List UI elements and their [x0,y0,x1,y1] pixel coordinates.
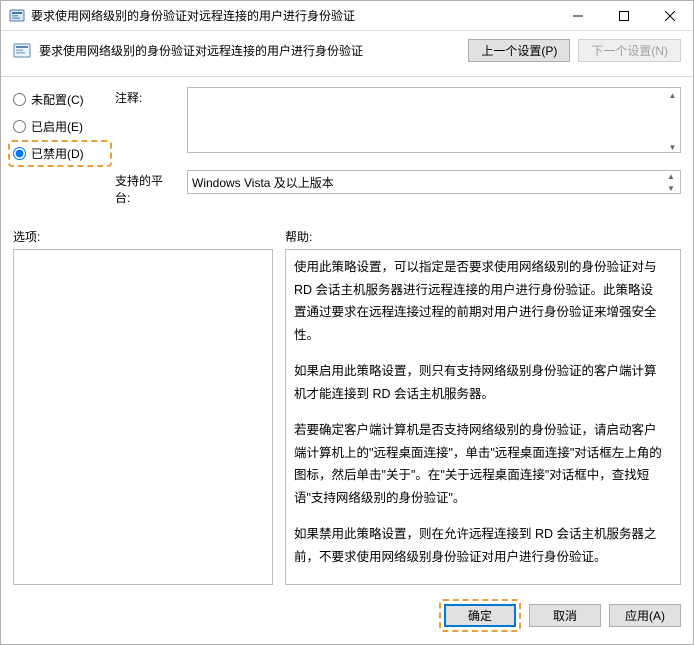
radio-not-configured-input[interactable] [13,93,26,106]
radio-not-configured-label: 未配置(C) [31,91,84,108]
scroll-down-icon[interactable]: ▼ [664,139,681,156]
help-paragraph: 如果禁用此策略设置，则在允许远程连接到 RD 会话主机服务器之前，不要求使用网络… [294,523,662,568]
window-controls [555,1,693,30]
radio-disabled-input[interactable] [13,147,26,160]
titlebar: 要求使用网络级别的身份验证对远程连接的用户进行身份验证 [1,1,693,31]
dialog-footer: 确定 取消 应用(A) [1,591,693,642]
apply-button[interactable]: 应用(A) [609,604,681,627]
maximize-button[interactable] [601,1,647,31]
help-paragraph: 若要确定客户端计算机是否支持网络级别的身份验证，请启动客户端计算机上的"远程桌面… [294,419,662,509]
window-title: 要求使用网络级别的身份验证对远程连接的用户进行身份验证 [31,7,555,24]
help-panel[interactable]: 使用此策略设置，可以指定是否要求使用网络级别的身份验证对与 RD 会话主机服务器… [285,249,681,585]
options-panel [13,249,273,585]
help-label: 帮助: [285,228,681,245]
close-button[interactable] [647,1,693,31]
radio-enabled-label: 已启用(E) [31,118,83,135]
radio-disabled-highlight: 已禁用(D) [8,140,112,167]
panels: 使用此策略设置，可以指定是否要求使用网络级别的身份验证对与 RD 会话主机服务器… [1,249,693,591]
radio-disabled-label: 已禁用(D) [31,145,84,162]
ok-button[interactable]: 确定 [444,604,516,627]
help-paragraph: 如果未配置此策略设置，则将强制使用目标计算机的本地设置。在 Windows Se… [294,582,662,585]
help-paragraph: 如果启用此策略设置，则只有支持网络级别身份验证的客户端计算机才能连接到 RD 会… [294,360,662,405]
scroll-up-icon[interactable]: ▲ [664,87,681,104]
radio-not-configured[interactable]: 未配置(C) [13,91,105,108]
cancel-button[interactable]: 取消 [529,604,601,627]
supported-on-field: Windows Vista 及以上版本 ▲ ▼ [187,170,681,194]
section-labels: 选项: 帮助: [1,220,693,249]
scroll-up-icon[interactable]: ▲ [663,171,679,183]
header-row: 要求使用网络级别的身份验证对远程连接的用户进行身份验证 上一个设置(P) 下一个… [1,31,693,77]
comment-scrollbar[interactable]: ▲ ▼ [664,87,681,156]
radio-disabled[interactable]: 已禁用(D) [13,145,105,162]
config-area: 未配置(C) 已启用(E) 已禁用(D) 注释: ▲ ▼ [1,77,693,220]
ok-button-highlight: 确定 [439,599,521,632]
radio-group: 未配置(C) 已启用(E) 已禁用(D) [13,87,105,162]
next-setting-button[interactable]: 下一个设置(N) [578,39,681,62]
supported-scrollbar[interactable]: ▲ ▼ [663,171,679,193]
radio-enabled-input[interactable] [13,120,26,133]
radio-enabled[interactable]: 已启用(E) [13,118,105,135]
scroll-down-icon[interactable]: ▼ [663,183,679,195]
supported-label: 支持的平台: [115,170,177,206]
policy-title: 要求使用网络级别的身份验证对远程连接的用户进行身份验证 [39,42,460,59]
comment-label: 注释: [115,87,177,106]
supported-on-value: Windows Vista 及以上版本 [192,174,334,191]
help-paragraph: 使用此策略设置，可以指定是否要求使用网络级别的身份验证对与 RD 会话主机服务器… [294,256,662,346]
policy-editor-window: 要求使用网络级别的身份验证对远程连接的用户进行身份验证 要求使用网络级别的身份验… [0,0,694,645]
app-icon [9,8,25,24]
policy-icon [13,42,31,60]
options-label: 选项: [13,228,273,245]
minimize-button[interactable] [555,1,601,31]
previous-setting-button[interactable]: 上一个设置(P) [468,39,570,62]
comment-textarea[interactable] [187,87,681,153]
